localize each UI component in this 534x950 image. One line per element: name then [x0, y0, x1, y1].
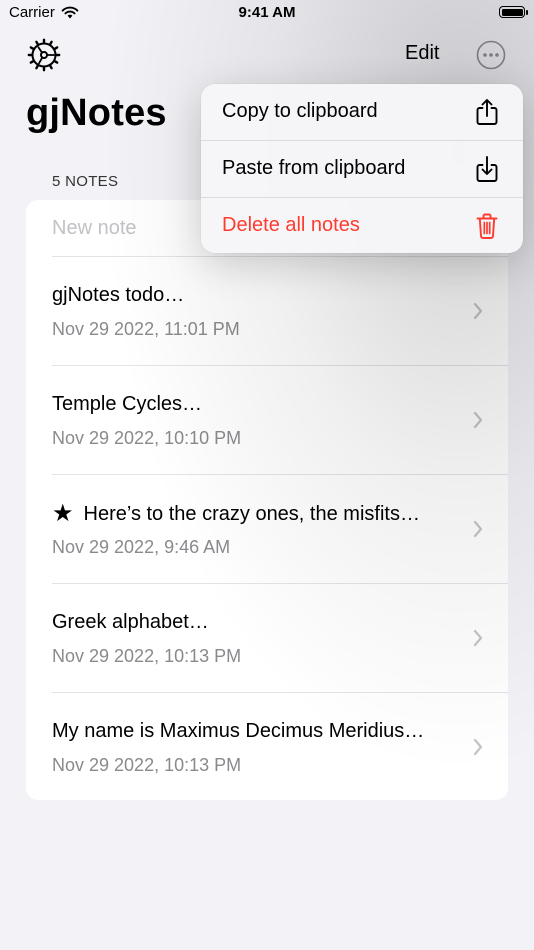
menu-item-delete-all[interactable]: Delete all notes	[201, 198, 523, 253]
gear-icon[interactable]	[27, 38, 61, 72]
note-date: Nov 29 2022, 11:01 PM	[52, 319, 240, 339]
context-menu: Copy to clipboard Paste from clipboard D…	[201, 84, 523, 253]
notes-list: New note gjNotes todo… Nov 29 2022, 11:0…	[26, 200, 508, 800]
note-date: Nov 29 2022, 10:10 PM	[52, 428, 242, 448]
more-options-icon[interactable]	[476, 40, 506, 70]
note-count-label: 5 NOTES	[52, 173, 119, 190]
page-title: gjNotes	[26, 92, 167, 134]
note-title: gjNotes todo…	[52, 284, 185, 306]
chevron-right-icon	[473, 738, 483, 756]
chevron-right-icon	[473, 302, 483, 320]
trash-icon	[476, 213, 498, 239]
battery-icon	[499, 6, 528, 18]
chevron-right-icon	[473, 411, 483, 429]
menu-item-paste[interactable]: Paste from clipboard	[201, 141, 523, 197]
note-date: Nov 29 2022, 10:13 PM	[52, 646, 242, 666]
note-date: Nov 29 2022, 9:46 AM	[52, 537, 231, 557]
note-row[interactable]: Greek alphabet… Nov 29 2022, 10:13 PM	[26, 584, 508, 693]
edit-button[interactable]: Edit	[405, 42, 439, 65]
menu-item-label: Delete all notes	[222, 214, 360, 236]
note-title: Greek alphabet…	[52, 611, 209, 633]
share-up-icon	[476, 99, 498, 125]
note-row[interactable]: ★ Here’s to the crazy ones, the misfits……	[26, 475, 508, 584]
chevron-right-icon	[473, 629, 483, 647]
star-icon: ★	[52, 500, 74, 527]
note-title: Temple Cycles…	[52, 393, 203, 415]
note-date: Nov 29 2022, 10:13 PM	[52, 755, 242, 775]
note-row[interactable]: My name is Maximus Decimus Meridius… Nov…	[26, 693, 508, 800]
note-title: Here’s to the crazy ones, the misfits…	[83, 502, 420, 525]
note-row[interactable]: Temple Cycles… Nov 29 2022, 10:10 PM	[26, 366, 508, 475]
note-title: My name is Maximus Decimus Meridius…	[52, 720, 425, 742]
share-down-icon	[476, 156, 498, 182]
new-note-input[interactable]: New note	[52, 217, 137, 240]
menu-item-label: Copy to clipboard	[222, 100, 378, 122]
menu-item-copy[interactable]: Copy to clipboard	[201, 84, 523, 140]
chevron-right-icon	[473, 520, 483, 538]
status-time: 9:41 AM	[238, 4, 296, 21]
menu-item-label: Paste from clipboard	[222, 157, 406, 179]
note-row[interactable]: gjNotes todo… Nov 29 2022, 11:01 PM	[26, 257, 508, 366]
